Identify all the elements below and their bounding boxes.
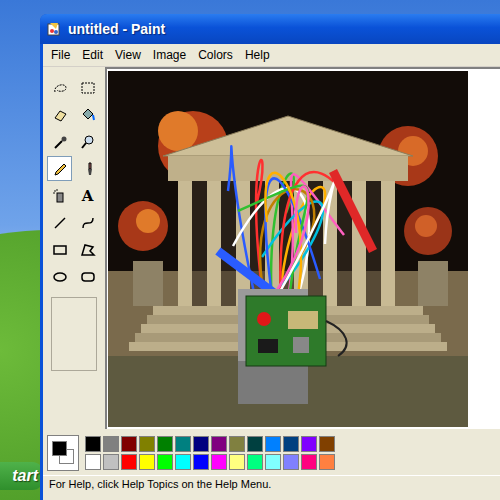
text-tool-icon[interactable]: A [82,187,94,205]
palette-swatch[interactable] [157,454,173,470]
tool-button[interactable]: A [75,183,100,208]
pencil-icon[interactable] [52,161,68,177]
toolbox: A [43,67,105,429]
picker-icon[interactable] [52,134,68,150]
menu-bar: FileEditViewImageColorsHelp [43,44,500,67]
fill-icon[interactable] [80,107,96,123]
tool-button[interactable] [47,264,72,289]
palette-swatch[interactable] [265,436,281,452]
menu-item[interactable]: File [45,46,76,64]
title-bar[interactable]: untitled - Paint [40,14,500,44]
line-icon[interactable] [52,215,68,231]
brush-icon[interactable] [80,161,96,177]
tool-button[interactable] [75,264,100,289]
paint-app-icon [46,21,62,37]
palette-swatch[interactable] [319,454,335,470]
canvas[interactable] [105,67,500,429]
polygon-icon[interactable] [80,242,96,258]
paint-window: untitled - Paint FileEditViewImageColors… [40,14,500,500]
rounded-icon[interactable] [80,269,96,285]
palette-swatch[interactable] [85,436,101,452]
palette-swatch[interactable] [103,454,119,470]
ellipse-icon[interactable] [52,269,68,285]
tool-button[interactable] [75,129,100,154]
curve-icon[interactable] [80,215,96,231]
menu-item[interactable]: Edit [76,46,109,64]
canvas-picture[interactable] [108,71,468,427]
palette-swatch[interactable] [193,436,209,452]
palette-swatch[interactable] [103,436,119,452]
magnifier-icon[interactable] [80,134,96,150]
palette-swatch[interactable] [229,454,245,470]
palette-swatch[interactable] [193,454,209,470]
palette-swatch[interactable] [301,454,317,470]
menu-item[interactable]: Colors [192,46,239,64]
palette-swatch[interactable] [283,454,299,470]
color-box [43,429,500,475]
tool-options-box[interactable] [51,297,97,371]
start-label[interactable]: tart [12,467,38,485]
foreground-color[interactable] [52,441,67,456]
palette-swatch[interactable] [121,436,137,452]
tool-button[interactable] [75,210,100,235]
airbrush-icon[interactable] [52,188,68,204]
tool-button[interactable] [47,237,72,262]
palette-swatch[interactable] [157,436,173,452]
palette-swatch[interactable] [247,454,263,470]
window-title: untitled - Paint [68,21,165,37]
menu-item[interactable]: Image [147,46,192,64]
menu-item[interactable]: View [109,46,147,64]
start-button[interactable]: tart [0,462,44,490]
palette-swatch[interactable] [121,454,137,470]
eraser-icon[interactable] [52,107,68,123]
palette-swatch[interactable] [211,436,227,452]
tool-button[interactable] [75,156,100,181]
tool-button[interactable] [47,210,72,235]
tool-button[interactable] [75,102,100,127]
tool-button[interactable] [47,129,72,154]
tool-button[interactable] [75,75,100,100]
palette-swatch[interactable] [211,454,227,470]
tool-button[interactable] [47,102,72,127]
palette-swatch[interactable] [319,436,335,452]
status-bar: For Help, click Help Topics on the Help … [43,475,500,498]
palette-swatch[interactable] [175,454,191,470]
rectangle-icon[interactable] [52,242,68,258]
tool-button[interactable] [75,237,100,262]
current-colors[interactable] [47,435,79,471]
palette-swatch[interactable] [139,436,155,452]
palette [85,436,335,470]
select-icon[interactable] [80,80,96,96]
palette-swatch[interactable] [301,436,317,452]
palette-swatch[interactable] [139,454,155,470]
tool-button[interactable] [47,183,72,208]
menu-item[interactable]: Help [239,46,276,64]
palette-swatch[interactable] [85,454,101,470]
palette-swatch[interactable] [265,454,281,470]
palette-swatch[interactable] [175,436,191,452]
tool-button[interactable] [47,75,72,100]
palette-swatch[interactable] [229,436,245,452]
tool-button[interactable] [47,156,72,181]
palette-swatch[interactable] [247,436,263,452]
lasso-icon[interactable] [52,80,68,96]
palette-swatch[interactable] [283,436,299,452]
